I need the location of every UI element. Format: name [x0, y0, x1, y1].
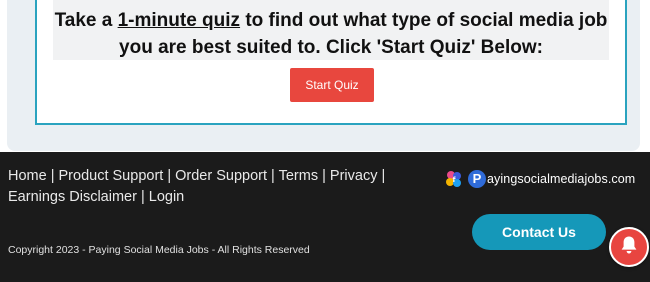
brand-logo[interactable]: f P ayingsocialmediajobs.com	[444, 168, 635, 190]
footer-separator: |	[46, 168, 59, 184]
footer-link-order-support[interactable]: Order Support	[175, 168, 267, 184]
brand-name: ayingsocialmediajobs.com	[487, 172, 636, 186]
footer-separator: |	[163, 168, 176, 184]
quiz-box: Take a 1-minute quiz to find out what ty…	[35, 0, 627, 125]
bell-icon	[620, 235, 638, 260]
start-quiz-button[interactable]: Start Quiz	[290, 68, 374, 102]
footer-nav: Home | Product Support | Order Support |…	[8, 166, 428, 208]
footer-link-product-support[interactable]: Product Support	[59, 168, 164, 184]
footer-separator: |	[136, 189, 149, 205]
footer-separator: |	[377, 168, 386, 184]
social-media-logo-icon: f	[444, 169, 464, 189]
footer-separator: |	[267, 168, 279, 184]
footer-link-privacy[interactable]: Privacy	[330, 168, 378, 184]
copyright-text: Copyright 2023 - Paying Social Media Job…	[8, 244, 310, 256]
quiz-text-panel: Take a 1-minute quiz to find out what ty…	[53, 0, 609, 60]
contact-us-button[interactable]: Contact Us	[472, 214, 606, 250]
footer-link-terms[interactable]: Terms	[279, 168, 318, 184]
quiz-prompt: Take a 1-minute quiz to find out what ty…	[53, 7, 609, 61]
quiz-section: Take a 1-minute quiz to find out what ty…	[7, 0, 640, 151]
footer-link-login[interactable]: Login	[149, 189, 184, 205]
quiz-prompt-before: Take a	[54, 10, 118, 31]
brand-initial: P	[468, 170, 486, 188]
quiz-link[interactable]: 1-minute quiz	[118, 10, 240, 31]
footer-separator: |	[318, 168, 330, 184]
footer-link-earnings-disclaimer[interactable]: Earnings Disclaimer	[8, 189, 137, 205]
footer-link-home[interactable]: Home	[8, 168, 47, 184]
content-area: Take a 1-minute quiz to find out what ty…	[0, 0, 650, 152]
notification-button[interactable]	[609, 227, 649, 267]
site-footer: Home | Product Support | Order Support |…	[0, 152, 650, 282]
